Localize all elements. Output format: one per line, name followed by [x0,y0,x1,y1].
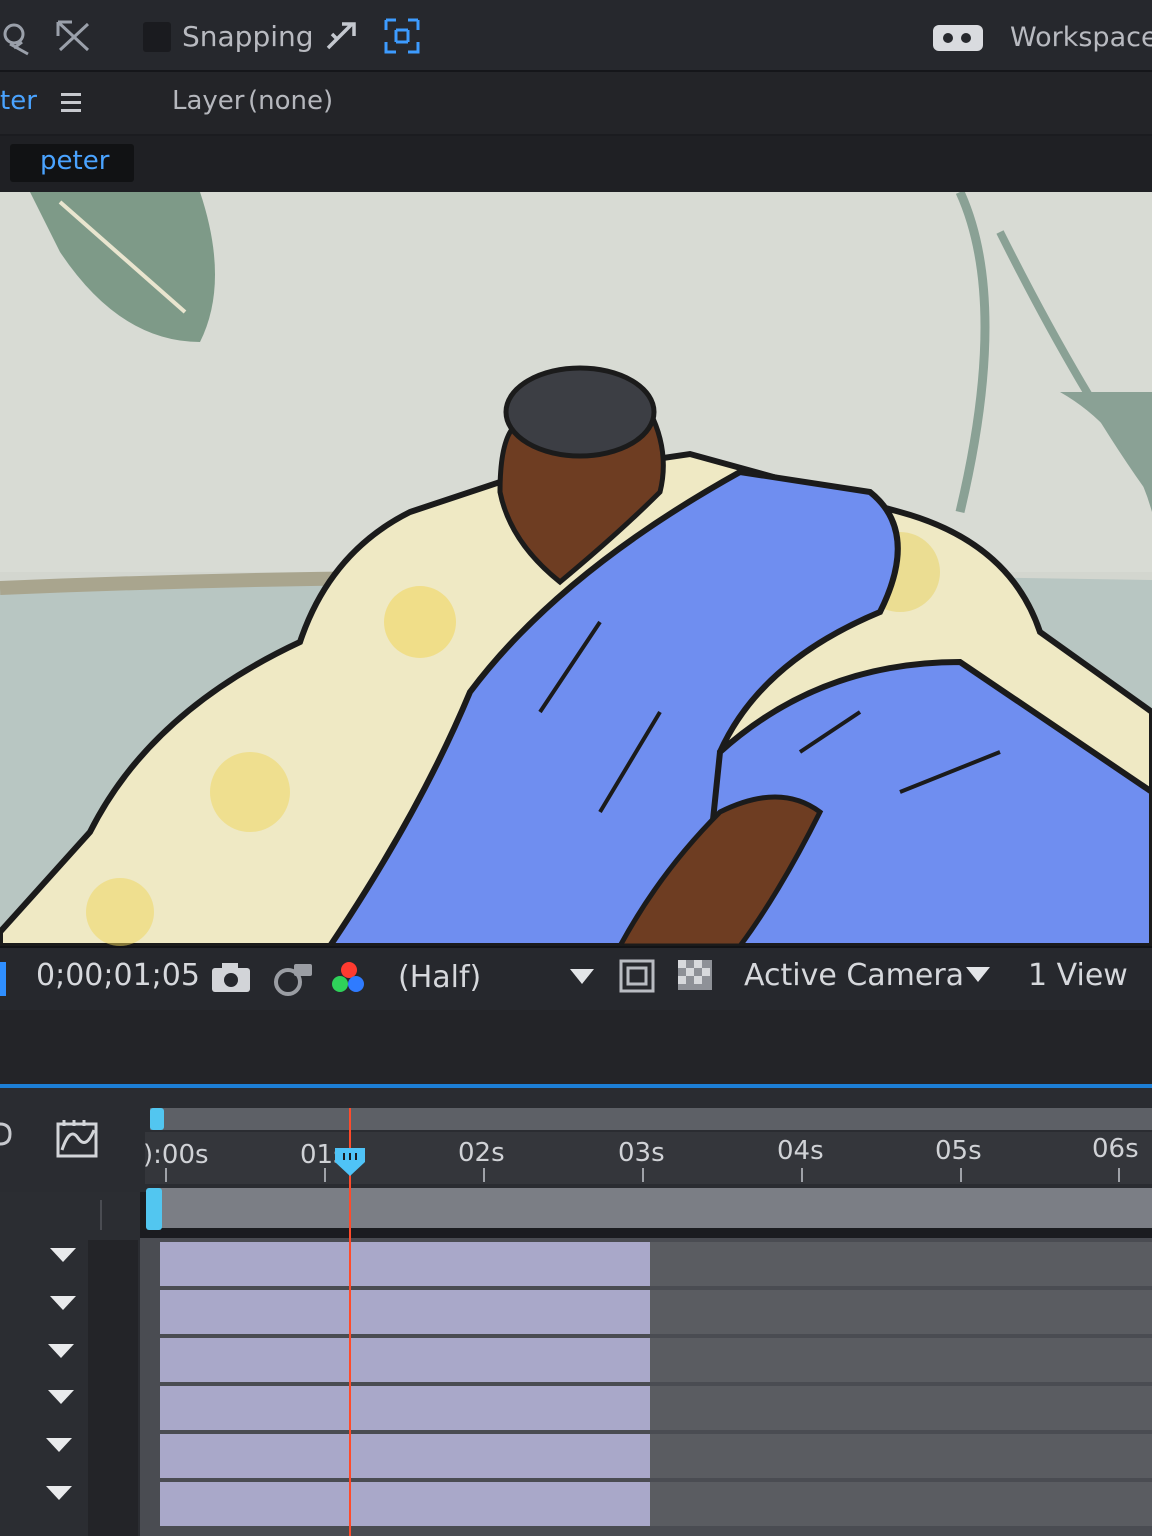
layer-tab-label[interactable]: Layer [172,86,245,116]
layer-tab-value: (none) [248,86,334,116]
workspace-label: Workspace: [1010,22,1152,53]
snap-edges-icon[interactable] [322,14,366,58]
layer-twirl-down-icon[interactable] [46,1486,72,1500]
layer-bar[interactable] [160,1290,650,1334]
layer-bar-outside [650,1434,1152,1478]
layer-bar-outside [650,1482,1152,1526]
ruler-tick [165,1168,167,1182]
ruler-tick [960,1168,962,1182]
comp-name-strip [0,136,1152,192]
layer-bar[interactable] [160,1242,650,1286]
layer-tracks-area [140,1238,1152,1536]
ruler-tick [642,1168,644,1182]
snapping-checkbox[interactable] [143,22,171,52]
ruler-label-2: 02s [458,1138,505,1168]
column-divider [100,1200,102,1230]
panel-menu-icon[interactable] [60,90,82,116]
layer-twirl-down-icon[interactable] [46,1438,72,1452]
timeline-panel-top [0,1010,1152,1086]
snapping-label: Snapping [182,20,314,53]
layer-bar-outside [650,1386,1152,1430]
camera-dropdown-value[interactable]: Active Camera [744,958,964,993]
view-layout-dropdown-value[interactable]: 1 View [1028,958,1128,993]
show-snapshot-icon[interactable] [270,960,314,996]
ruler-tick [324,1168,326,1182]
layer-bar-outside [650,1338,1152,1382]
top-toolbar: Snapping Workspace: [0,0,1152,72]
snap-grid-icon[interactable] [380,14,424,58]
time-navigator-bar[interactable] [150,1108,1152,1130]
layer-bar[interactable] [160,1482,650,1526]
layer-twirl-down-icon[interactable] [48,1390,74,1404]
ruler-tick [1118,1168,1120,1182]
playhead-handle-icon[interactable] [333,1146,367,1178]
layer-switches-column [88,1240,138,1536]
ruler-label-5: 05s [935,1136,982,1166]
layer-twirl-down-icon[interactable] [50,1296,76,1310]
resolution-dropdown-value[interactable]: (Half) [398,960,481,995]
current-timecode[interactable]: 0;00;01;05 [36,958,200,993]
layer-bar-outside [650,1290,1152,1334]
search-partial-icon[interactable] [0,1120,12,1150]
ruler-label-3: 03s [618,1138,665,1168]
time-navigator-start-handle[interactable] [150,1108,164,1130]
layer-bar[interactable] [160,1386,650,1430]
layer-twirl-down-icon[interactable] [48,1344,74,1358]
snapshot-camera-icon[interactable] [210,960,252,994]
transparency-grid-icon[interactable] [676,958,714,992]
channel-rgb-icon[interactable] [328,960,370,996]
camera-chevron-down-icon[interactable] [964,964,992,984]
work-area-start-handle[interactable] [146,1188,162,1230]
composition-frame [0,192,1152,946]
resolution-chevron-down-icon[interactable] [568,966,596,986]
layer-bar[interactable] [160,1434,650,1478]
graph-editor-icon[interactable] [54,1116,100,1160]
region-of-interest-icon[interactable] [618,958,656,994]
layer-bar[interactable] [160,1338,650,1382]
work-area-bar[interactable] [150,1188,1152,1228]
ruler-tick [483,1168,485,1182]
workspace-toggle-icon[interactable] [932,24,984,52]
comp-name-label: peter [40,146,110,176]
comp-name-chip[interactable]: peter [10,144,134,182]
viewer-left-marker [0,962,6,996]
ruler-label-4: 04s [777,1136,824,1166]
ruler-label-6: 06s [1092,1134,1139,1164]
selection-tool-icon[interactable] [0,14,44,58]
layer-bar-outside [650,1242,1152,1286]
layer-twirl-down-icon[interactable] [50,1248,76,1262]
ruler-tick [801,1168,803,1182]
ruler-label-0: ):00s [143,1140,209,1170]
puppet-tool-icon[interactable] [52,14,96,58]
composition-viewer[interactable] [0,192,1152,946]
composition-tab-label[interactable]: ter [0,86,37,116]
